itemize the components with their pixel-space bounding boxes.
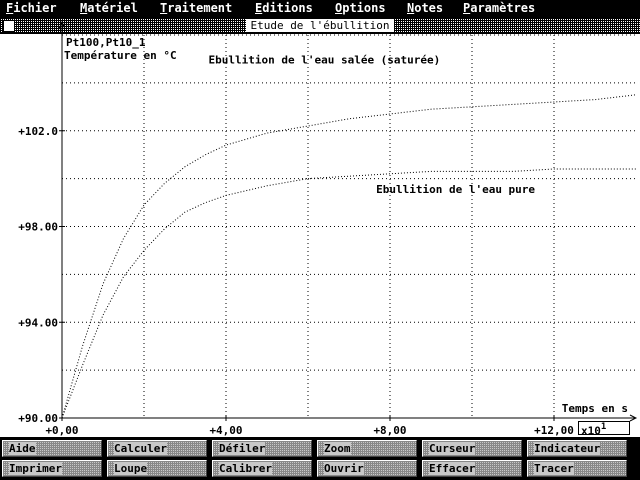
series-line-1	[61, 168, 636, 419]
toolbar-button-effacer[interactable]: Effacer	[422, 460, 522, 477]
toolbar-button-calibrer[interactable]: Calibrer	[212, 460, 312, 477]
toolbar-button-zoom[interactable]: Zoom	[317, 440, 417, 457]
series-label-0: Ebullition de l'eau salée (saturée)	[209, 54, 441, 67]
command-toolbar: Aide Calculer Défiler Zoom Curseur Indicateur…	[0, 437, 640, 480]
x-multiplier: x10	[581, 424, 601, 438]
y-axis-label-temperature: Température en °C	[64, 49, 177, 62]
toolbar-button-tracer[interactable]: Tracer	[527, 460, 627, 477]
x-tick-label: +12,00	[534, 424, 574, 437]
toolbar-button-calculer[interactable]: Calculer	[107, 440, 207, 457]
series-line-0	[61, 94, 637, 419]
labels: +90.00+94.00+98.00+102.0+0,00 +4,00 +8,00 +…	[18, 36, 628, 437]
toolbar-button-label: Curseur	[429, 442, 476, 455]
axes	[58, 20, 638, 422]
x-multiplier-box: x101	[578, 421, 630, 438]
toolbar-button-label: Ouvrir	[324, 462, 364, 475]
toolbar-button-label: Défiler	[219, 442, 266, 455]
toolbar-button-curseur[interactable]: Curseur	[422, 440, 522, 457]
series-label-1: Ebullition de l'eau pure	[376, 183, 535, 196]
toolbar-button-imprimer[interactable]: Imprimer	[2, 460, 102, 477]
toolbar-button-label: Aide	[9, 442, 36, 455]
y-tick-label: +98.00	[18, 221, 58, 234]
x-axis-label: Temps en s	[562, 402, 628, 415]
y-tick-label: +94.00	[18, 316, 58, 329]
grid	[62, 34, 636, 418]
x-tick-label: +4,00	[209, 424, 242, 437]
toolbar-button-label: Indicateur	[534, 442, 601, 455]
series	[61, 94, 637, 419]
toolbar-button-label: Zoom	[324, 442, 351, 455]
x-multiplier-exponent: 1	[600, 422, 607, 432]
toolbar-button-label: Imprimer	[9, 462, 62, 475]
y-axis-label-sensors: Pt100,Pt10_1	[66, 36, 146, 49]
y-tick-label: +102.0	[18, 125, 58, 138]
toolbar-button-indicateur[interactable]: Indicateur	[527, 440, 627, 457]
toolbar-button-label: Tracer	[534, 462, 574, 475]
toolbar-button-label: Loupe	[114, 462, 148, 475]
toolbar-button-loupe[interactable]: Loupe	[107, 460, 207, 477]
x-tick-label: +0,00	[45, 424, 78, 437]
toolbar-button-dfiler[interactable]: Défiler	[212, 440, 312, 457]
x-tick-label: +8,00	[373, 424, 406, 437]
temperature-chart: +90.00+94.00+98.00+102.0+0,00 +4,00 +8,00 +…	[18, 20, 638, 437]
toolbar-button-label: Effacer	[429, 462, 476, 475]
toolbar-button-label: Calculer	[114, 442, 167, 455]
toolbar-button-aide[interactable]: Aide	[2, 440, 102, 457]
toolbar-button-ouvrir[interactable]: Ouvrir	[317, 460, 417, 477]
toolbar-button-label: Calibrer	[219, 462, 272, 475]
